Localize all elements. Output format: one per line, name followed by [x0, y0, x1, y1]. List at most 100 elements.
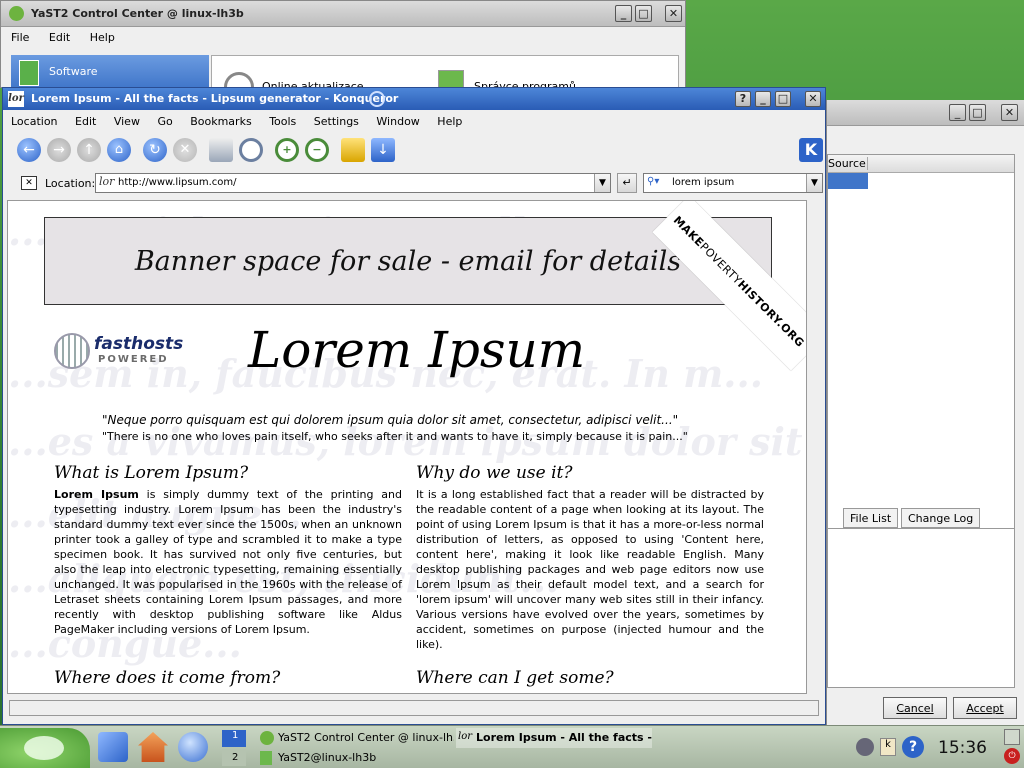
- banner-text: Banner space for sale - email for detail…: [134, 246, 682, 277]
- menu-file[interactable]: File: [11, 31, 29, 44]
- lock-screen-icon[interactable]: [1004, 729, 1020, 745]
- reload-icon[interactable]: ↻: [143, 138, 167, 162]
- clear-location-icon[interactable]: ✕: [21, 176, 37, 190]
- konqueror-window: lor Lorem Ipsum - All the facts - Lipsum…: [2, 87, 826, 725]
- maximize-button[interactable]: □: [969, 104, 986, 121]
- up-icon[interactable]: ↑: [77, 138, 101, 162]
- fasthosts-text: fasthosts: [94, 334, 184, 354]
- yast-task-icon: [260, 731, 274, 745]
- chevron-down-icon[interactable]: ▼: [806, 174, 822, 192]
- menu-bookmarks[interactable]: Bookmarks: [190, 115, 251, 128]
- accept-button[interactable]: Accept: [953, 697, 1017, 719]
- yast2-window: _ □ ✕ Source File List Change Log Cancel…: [826, 100, 1024, 725]
- ribbon-text-poverty: POVERTY: [697, 240, 745, 288]
- print-icon[interactable]: [209, 138, 233, 162]
- menu-help[interactable]: Help: [437, 115, 462, 128]
- konqueror-title: Lorem Ipsum - All the facts - Lipsum gen…: [31, 92, 399, 105]
- help-button[interactable]: ?: [735, 91, 751, 107]
- menu-window[interactable]: Window: [376, 115, 419, 128]
- task-konqueror[interactable]: lor Lorem Ipsum - All the facts - Lip: [456, 728, 652, 748]
- tab-file-list[interactable]: File List: [843, 508, 899, 528]
- software-icon: [19, 60, 39, 86]
- zoom-in-icon[interactable]: +: [275, 138, 299, 162]
- yast2-titlebar[interactable]: _ □ ✕: [827, 100, 1024, 126]
- menu-tools[interactable]: Tools: [269, 115, 296, 128]
- package-table: Source: [827, 154, 1015, 544]
- globe-icon: [54, 333, 90, 369]
- fasthosts-logo[interactable]: fasthosts POWERED: [52, 329, 212, 371]
- menu-help[interactable]: Help: [90, 31, 115, 44]
- help-tray-icon[interactable]: ?: [902, 736, 924, 758]
- desktop-pager[interactable]: 1 2: [220, 728, 248, 766]
- lipsum-favicon: lor: [8, 91, 24, 107]
- desktop-1[interactable]: 1: [222, 730, 246, 747]
- table-header: Source: [828, 155, 1014, 173]
- gecko-icon: [24, 736, 64, 760]
- forward-icon[interactable]: →: [47, 138, 71, 162]
- menu-settings[interactable]: Settings: [314, 115, 359, 128]
- find-icon[interactable]: [239, 138, 263, 162]
- yast-titlebar[interactable]: YaST2 Control Center @ linux-lh3b _ □ ✕: [1, 1, 685, 27]
- where-heading: Where does it come from?: [54, 668, 281, 688]
- search-provider-icon[interactable]: ⚲▾: [647, 176, 659, 187]
- stop-icon[interactable]: ✕: [173, 138, 197, 162]
- yast-app-icon: [9, 6, 24, 21]
- location-label: Location:: [45, 177, 96, 190]
- klipper-tray-icon[interactable]: k: [880, 738, 896, 756]
- close-button[interactable]: ✕: [665, 5, 682, 22]
- tab-bar: File List Change Log: [827, 508, 997, 528]
- menu-edit[interactable]: Edit: [75, 115, 96, 128]
- task-yast2-installer[interactable]: YaST2@linux-lh3b: [258, 748, 454, 768]
- what-paragraph: Lorem Ipsum is simply dummy text of the …: [54, 487, 402, 637]
- search-text: lorem ipsum: [672, 177, 735, 188]
- task-yast-control-center[interactable]: YaST2 Control Center @ linux-lh3b: [258, 728, 454, 748]
- close-button[interactable]: ✕: [1001, 104, 1018, 121]
- get-heading: Where can I get some?: [416, 668, 614, 688]
- home-folder-icon[interactable]: [138, 732, 168, 762]
- location-input[interactable]: lor http://www.lipsum.com/ ▼: [95, 173, 611, 193]
- category-software[interactable]: Software: [11, 55, 209, 89]
- chevron-down-icon[interactable]: ▼: [594, 174, 610, 192]
- minimize-button[interactable]: _: [949, 104, 966, 121]
- tab-content: [827, 528, 1015, 688]
- menu-view[interactable]: View: [114, 115, 140, 128]
- what-text: is simply dummy text of the printing and…: [54, 488, 402, 636]
- minimize-button[interactable]: _: [755, 91, 771, 107]
- web-page-view[interactable]: ...am nisl, pretium et ull... ...sem in,…: [7, 200, 807, 694]
- menu-location[interactable]: Location: [11, 115, 58, 128]
- source-column-header[interactable]: Source: [828, 157, 868, 170]
- tab-change-log[interactable]: Change Log: [901, 508, 981, 528]
- sticky-icon[interactable]: [369, 91, 385, 107]
- security-lock-icon[interactable]: [341, 138, 365, 162]
- task-label: YaST2@linux-lh3b: [278, 751, 377, 764]
- desktop-2[interactable]: 2: [222, 749, 246, 766]
- konqueror-menubar: Location Edit View Go Bookmarks Tools Se…: [3, 110, 825, 132]
- maximize-button[interactable]: □: [635, 5, 652, 22]
- konqueror-titlebar[interactable]: lor Lorem Ipsum - All the facts - Lipsum…: [3, 88, 825, 110]
- task-label: YaST2 Control Center @ linux-lh3b: [278, 731, 454, 744]
- location-url: http://www.lipsum.com/: [118, 177, 237, 188]
- menu-edit[interactable]: Edit: [49, 31, 70, 44]
- close-button[interactable]: ✕: [805, 91, 821, 107]
- download-icon[interactable]: ↓: [371, 138, 395, 162]
- maximize-button[interactable]: □: [775, 91, 791, 107]
- launcher-office-icon[interactable]: [98, 732, 128, 762]
- network-tray-icon[interactable]: [856, 738, 874, 756]
- task-label: Lorem Ipsum - All the facts - Lip: [476, 731, 652, 744]
- yast-title: YaST2 Control Center @ linux-lh3b: [31, 7, 244, 20]
- back-icon[interactable]: ←: [17, 138, 41, 162]
- menu-go[interactable]: Go: [157, 115, 172, 128]
- web-search-input[interactable]: ⚲▾ lorem ipsum ▼: [643, 173, 823, 193]
- selected-row[interactable]: [828, 173, 868, 189]
- yast-window: YaST2 Control Center @ linux-lh3b _ □ ✕ …: [0, 0, 686, 102]
- english-quote: "There is no one who loves pain itself, …: [102, 430, 688, 443]
- konqueror-launcher-icon[interactable]: [178, 732, 208, 762]
- suse-menu-button[interactable]: [0, 728, 90, 768]
- minimize-button[interactable]: _: [615, 5, 632, 22]
- zoom-out-icon[interactable]: −: [305, 138, 329, 162]
- cancel-button[interactable]: Cancel: [883, 697, 947, 719]
- clock[interactable]: 15:36: [938, 738, 987, 758]
- logout-icon[interactable]: ⏻: [1004, 748, 1020, 764]
- home-icon[interactable]: ⌂: [107, 138, 131, 162]
- go-button[interactable]: ↵: [617, 173, 637, 193]
